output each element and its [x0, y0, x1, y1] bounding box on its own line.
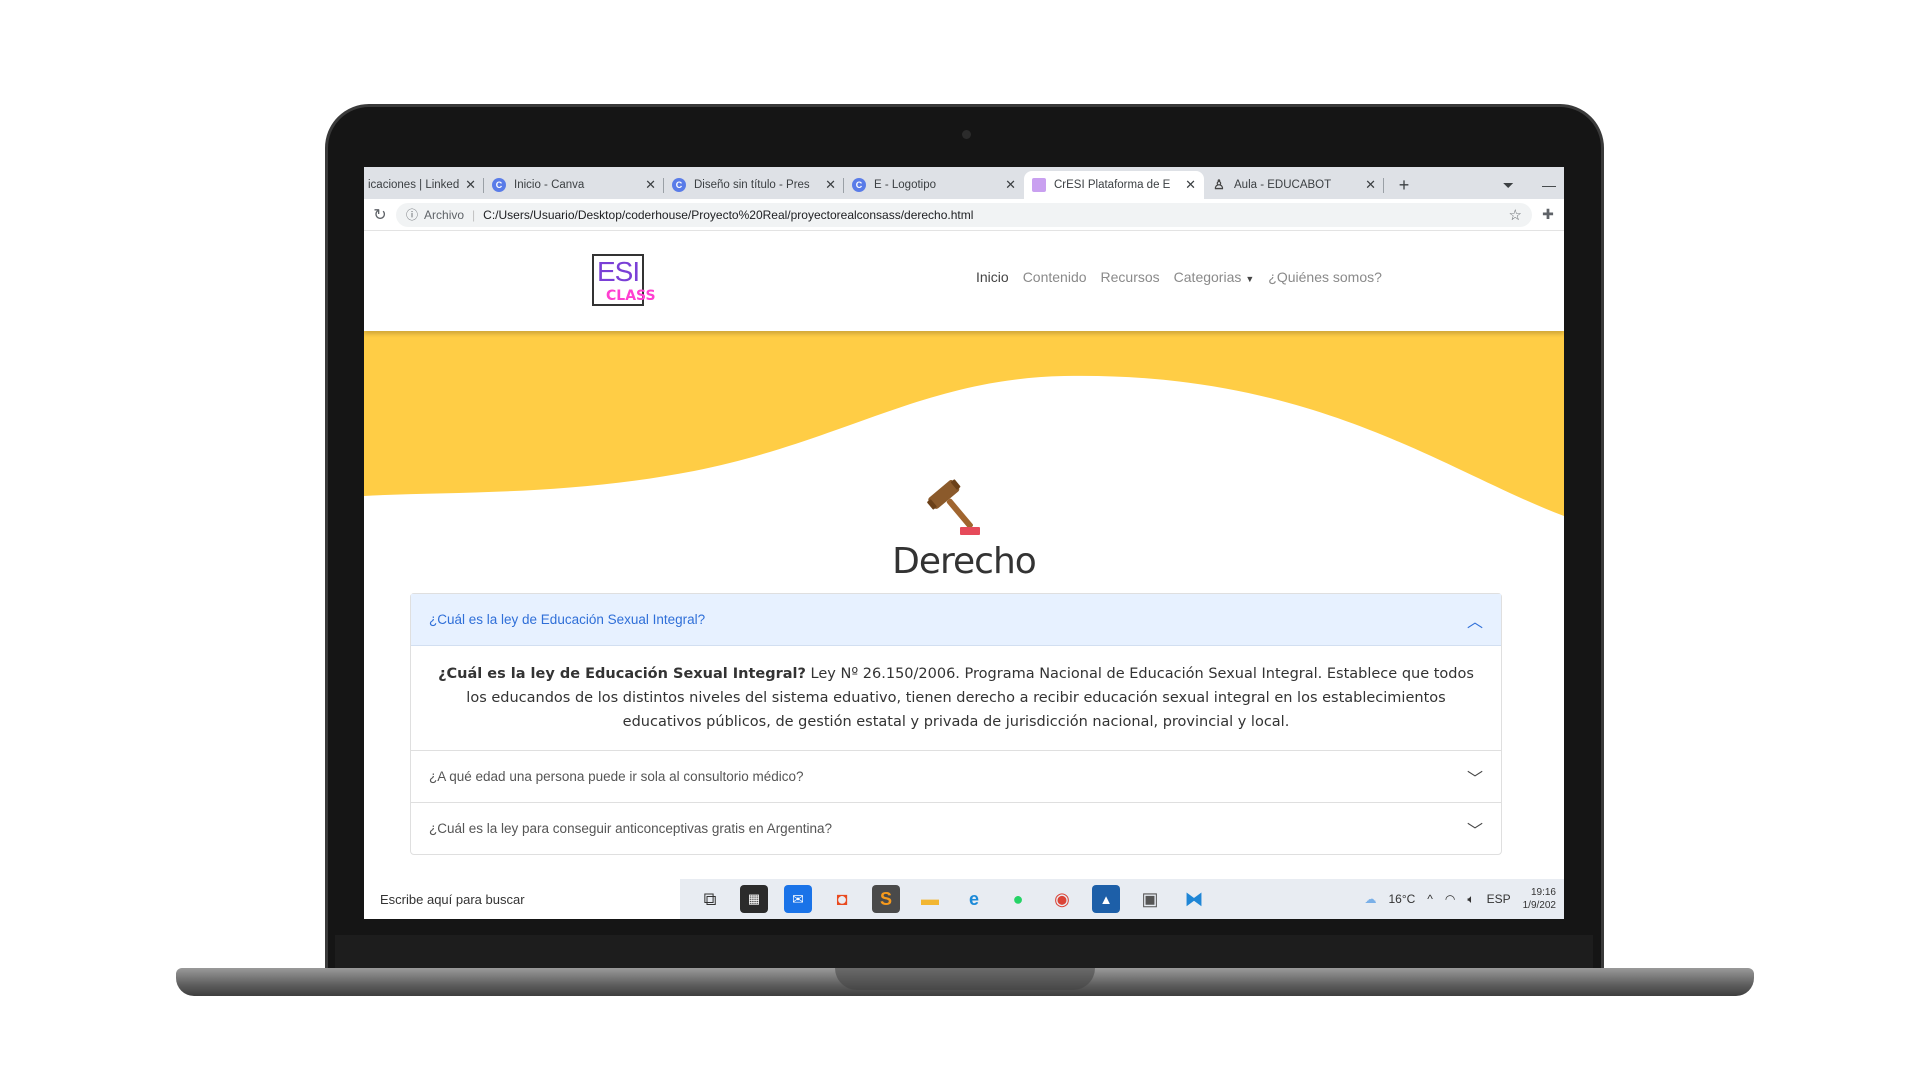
url-scheme-label: Archivo — [424, 207, 465, 222]
system-tray: ☁ 16°C ^ ◠ 🔈︎ ESP 19:16 1/9/202 — [1364, 886, 1564, 912]
canva-icon: C — [852, 178, 866, 192]
laptop-bezel-bottom — [335, 935, 1593, 968]
extensions-puzzle-icon[interactable]: ✚ — [1532, 206, 1564, 223]
taskbar-pinned-apps: ⧉ ▦ ✉ ◘ S ▬ e ● ◉ ▲ ▣ ⧓ — [696, 885, 1208, 913]
logo-text-esi: ESI — [597, 256, 640, 287]
tab-label: Aula - EDUCABOT — [1234, 179, 1332, 191]
browser-toolbar: ↻ ⓘ Archivo | C:/Users/Usuario/Desktop/c… — [364, 199, 1564, 231]
nav-dropdown-label: Categorias — [1173, 269, 1242, 285]
clock-time: 19:16 — [1530, 887, 1556, 898]
network-icon[interactable]: ◠ — [1445, 892, 1455, 906]
educabot-icon: ♙ — [1213, 177, 1225, 192]
tab-canva-home[interactable]: C Inicio - Canva ✕ — [484, 171, 664, 199]
tab-canva-design[interactable]: C Diseño sin título - Pres ✕ — [664, 171, 844, 199]
vscode-icon[interactable]: ⧓ — [1180, 885, 1208, 913]
faq-question-3[interactable]: ¿Cuál es la ley para conseguir anticonce… — [411, 802, 1501, 854]
faq-question-label: ¿Cuál es la ley para conseguir anticonce… — [429, 821, 832, 836]
tab-label: icaciones | Linked — [368, 179, 460, 191]
tab-logotipo[interactable]: C E - Logotipo ✕ — [844, 171, 1024, 199]
mail-icon[interactable]: ✉ — [784, 885, 812, 913]
tab-label: Diseño sin título - Pres — [694, 179, 810, 191]
store-icon[interactable]: ▦ — [740, 885, 768, 913]
weather-icon[interactable]: ☁ — [1364, 892, 1376, 906]
site-navbar: ESI CLASS Inicio Contenido Recursos Cate… — [364, 231, 1564, 331]
chevron-up-icon[interactable]: ^ — [1427, 892, 1433, 906]
page-title: Derecho — [892, 541, 1037, 582]
faq-question-label: ¿Cuál es la ley de Educación Sexual Inte… — [429, 612, 706, 627]
tab-label: Inicio - Canva — [514, 179, 585, 191]
window-controls: ⏷ — — [1503, 171, 1564, 199]
url-text[interactable]: C:/Users/Usuario/Desktop/coderhouse/Proy… — [483, 208, 973, 222]
new-tab-button[interactable]: + — [1390, 171, 1418, 199]
tab-linkedin[interactable]: icaciones | Linked ✕ — [364, 171, 484, 199]
info-icon[interactable]: ⓘ — [406, 206, 418, 223]
chrome-icon[interactable]: ◉ — [1048, 885, 1076, 913]
faq-question-1[interactable]: ¿Cuál es la ley de Educación Sexual Inte… — [411, 594, 1501, 646]
chevron-down-icon: ﹀ — [1466, 822, 1483, 840]
nav-link-contenido[interactable]: Contenido — [1023, 269, 1087, 285]
nav-dropdown-categorias[interactable]: Categorias ▼ — [1174, 269, 1255, 285]
windows-taskbar: Escribe aquí para buscar ⧉ ▦ ✉ ◘ S ▬ e ●… — [364, 879, 1564, 919]
browser-tab-strip: icaciones | Linked ✕ C Inicio - Canva ✕ … — [364, 167, 1564, 199]
tab-cresi[interactable]: CrESI Plataforma de E ✕ — [1024, 171, 1204, 199]
logo-text-class: CLASS — [606, 288, 656, 304]
site-logo[interactable]: ESI CLASS — [592, 254, 662, 310]
office-icon[interactable]: ◘ — [828, 885, 856, 913]
faq-answer-1: ¿Cuál es la ley de Educación Sexual Inte… — [411, 646, 1501, 750]
task-view-icon[interactable]: ⧉ — [696, 885, 724, 913]
faq-accordion: ¿Cuál es la ley de Educación Sexual Inte… — [410, 593, 1502, 855]
caret-down-icon: ▼ — [1245, 274, 1255, 284]
nav-menu: Inicio Contenido Recursos Categorias ▼ ¿Q… — [976, 269, 1382, 285]
tab-educabot[interactable]: ♙ Aula - EDUCABOT ✕ — [1204, 171, 1384, 199]
nav-link-quienes-somos[interactable]: ¿Quiénes somos? — [1268, 269, 1382, 285]
faq-answer-bold: ¿Cuál es la ley de Educación Sexual Inte… — [438, 666, 806, 682]
gavel-icon — [927, 479, 980, 535]
tab-label: E - Logotipo — [874, 179, 937, 191]
tab-label: CrESI Plataforma de E — [1054, 179, 1171, 191]
web-page: ESI CLASS Inicio Contenido Recursos Cate… — [364, 231, 1564, 879]
search-placeholder: Escribe aquí para buscar — [380, 891, 525, 907]
nav-link-recursos[interactable]: Recursos — [1101, 269, 1160, 285]
chevron-up-icon: ︿ — [1466, 613, 1483, 631]
taskbar-search-box[interactable]: Escribe aquí para buscar — [364, 879, 680, 919]
whatsapp-icon[interactable]: ● — [1004, 885, 1032, 913]
laptop-notch — [835, 968, 1095, 990]
close-icon[interactable]: ✕ — [825, 177, 836, 193]
webcam — [962, 130, 971, 139]
faq-question-2[interactable]: ¿A qué edad una persona puede ir sola al… — [411, 750, 1501, 802]
nav-link-inicio[interactable]: Inicio — [976, 269, 1009, 285]
bookmark-star-icon[interactable]: ☆ — [1509, 206, 1522, 224]
language-indicator[interactable]: ESP — [1487, 892, 1511, 906]
cresi-icon — [1032, 178, 1046, 192]
faq-question-label: ¿A qué edad una persona puede ir sola al… — [429, 769, 804, 784]
sublime-icon[interactable]: S — [872, 885, 900, 913]
close-icon[interactable]: ✕ — [1365, 177, 1376, 193]
canva-icon: C — [672, 178, 686, 192]
laptop-screen: icaciones | Linked ✕ C Inicio - Canva ✕ … — [364, 167, 1564, 919]
close-icon[interactable]: ✕ — [1005, 177, 1016, 193]
edge-icon[interactable]: e — [960, 885, 988, 913]
clock[interactable]: 19:16 1/9/202 — [1523, 886, 1556, 912]
clock-date: 1/9/202 — [1522, 900, 1556, 911]
minimize-icon[interactable]: — — [1542, 177, 1556, 193]
file-explorer-icon[interactable]: ▬ — [916, 885, 944, 913]
temperature[interactable]: 16°C — [1388, 892, 1415, 906]
divider: | — [472, 207, 476, 222]
chevron-down-icon: ﹀ — [1466, 770, 1483, 788]
remote-desktop-icon[interactable]: ▣ — [1136, 885, 1164, 913]
volume-icon[interactable]: 🔈︎ — [1467, 892, 1474, 907]
close-icon[interactable]: ✕ — [1185, 177, 1196, 193]
close-icon[interactable]: ✕ — [645, 177, 656, 193]
reload-icon[interactable]: ↻ — [364, 205, 396, 225]
address-bar[interactable]: ⓘ Archivo | C:/Users/Usuario/Desktop/cod… — [396, 202, 1532, 227]
close-icon[interactable]: ✕ — [465, 177, 476, 193]
canva-icon: C — [492, 178, 506, 192]
tab-search-icon[interactable]: ⏷ — [1503, 177, 1514, 194]
photos-icon[interactable]: ▲ — [1092, 885, 1120, 913]
